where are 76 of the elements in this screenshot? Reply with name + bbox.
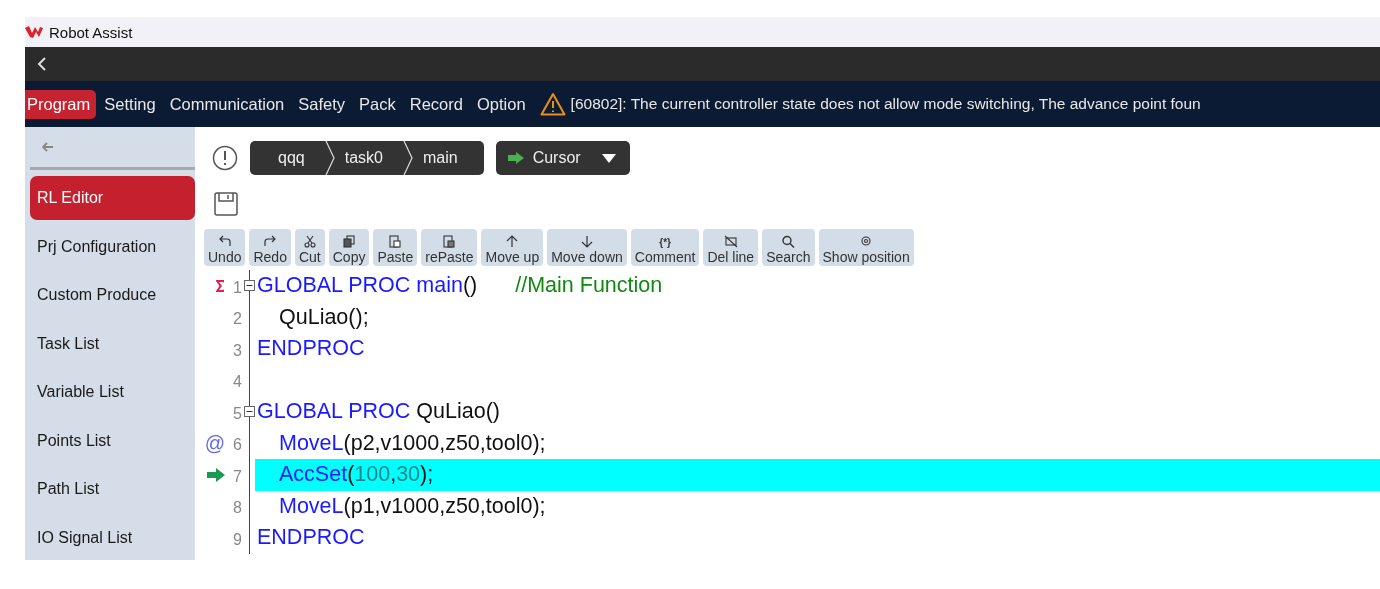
breadcrumb-item[interactable]: main — [412, 149, 478, 167]
fold-toggle-icon[interactable] — [244, 280, 255, 291]
warning-icon — [539, 92, 566, 116]
comment-icon: {*} — [659, 237, 671, 249]
undo-icon — [217, 235, 232, 248]
code-line: ENDPROC — [256, 335, 366, 363]
nav-tab[interactable]: Program — [25, 89, 97, 119]
line-number: 6 — [232, 435, 242, 455]
code-line: MoveL(p2,v1000,z50,tool0); — [278, 429, 547, 457]
nav-tab[interactable]: Pack — [353, 89, 402, 119]
line-number: 7 — [232, 466, 242, 486]
nav-tab[interactable]: Setting — [98, 89, 162, 119]
code-line: ENDPROC — [256, 524, 366, 552]
toolbar-button[interactable]: Show position — [818, 229, 914, 266]
code-line: GLOBAL PROC QuLiao() — [256, 398, 501, 426]
sigma-icon — [215, 278, 225, 293]
nav-tab[interactable]: Communication — [163, 89, 291, 119]
code-line: MoveL(p1,v1000,z50,tool0); — [278, 492, 547, 520]
back-icon[interactable] — [37, 57, 47, 71]
window-title: Robot Assist — [49, 23, 133, 41]
mode-dropdown[interactable]: Cursor — [495, 141, 630, 175]
toolbar-button[interactable]: Move down — [547, 229, 627, 266]
breadcrumb-item[interactable]: qqq — [268, 149, 325, 167]
breadcrumb-item[interactable]: task0 — [334, 149, 403, 167]
toolbar-button[interactable]: rePaste — [421, 229, 478, 266]
nav-tab[interactable]: Option — [470, 89, 532, 119]
redo-icon — [263, 235, 278, 248]
back-arrow-icon[interactable] — [42, 142, 54, 152]
position-icon — [859, 235, 874, 248]
chevron-icon — [402, 141, 413, 175]
sidebar-item[interactable]: RL Editor — [30, 176, 195, 220]
paste-icon — [388, 235, 403, 248]
fold-toggle-icon[interactable] — [244, 406, 255, 417]
toolbar-button[interactable]: Paste — [373, 229, 418, 266]
toolbar-button[interactable]: Undo — [204, 229, 246, 266]
sidebar-item[interactable]: Path List — [30, 467, 195, 511]
nav-tab[interactable]: Record — [403, 89, 469, 119]
search-icon — [781, 235, 796, 248]
sidebar-item[interactable]: Variable List — [30, 370, 195, 414]
position-marker: @ — [204, 431, 225, 455]
sidebar-item[interactable]: Points List — [30, 418, 195, 463]
toolbar-button[interactable]: Redo — [249, 229, 291, 266]
line-number: 8 — [232, 498, 242, 518]
line-number: 1 — [232, 277, 242, 297]
copy-icon — [342, 235, 357, 248]
toolbar-button[interactable]: Cut — [294, 229, 325, 266]
toolbar-button[interactable]: Move up — [481, 229, 544, 266]
toolbar-button[interactable]: Copy — [328, 229, 370, 266]
toolbar-button[interactable]: Del line — [703, 229, 759, 266]
nav-tab[interactable]: Safety — [292, 89, 352, 119]
alert-message: [60802]: The current controller state does not allow mode switching, The advance point foun — [570, 95, 1201, 113]
sidebar-item[interactable]: Prj Configuration — [30, 224, 195, 269]
repaste-icon — [442, 235, 457, 248]
toolbar-button[interactable]: {*} Comment — [630, 229, 700, 266]
arrow-icon — [207, 467, 225, 482]
sidebar-item[interactable]: IO Signal List — [30, 515, 195, 560]
line-number: 5 — [232, 403, 242, 423]
line-number: 3 — [232, 340, 242, 360]
line-number: 2 — [232, 309, 242, 329]
line-number: 9 — [232, 529, 242, 549]
down-icon — [580, 235, 594, 248]
save-icon[interactable] — [214, 192, 238, 216]
del-icon — [723, 235, 738, 248]
chevron-icon — [324, 141, 335, 175]
sidebar-item[interactable]: Task List — [30, 321, 195, 366]
app-logo-icon — [25, 26, 43, 38]
arrow-icon — [507, 152, 524, 164]
sidebar-item[interactable]: Custom Produce — [30, 273, 195, 317]
info-icon[interactable] — [212, 145, 238, 171]
up-icon — [505, 235, 520, 248]
code-line: QuLiao(); — [278, 303, 370, 331]
line-number: 4 — [232, 372, 242, 392]
toolbar-button[interactable]: Search — [762, 229, 815, 266]
cut-icon — [302, 235, 317, 248]
caret-icon — [601, 153, 616, 163]
code-line: GLOBAL PROC main() //Main Function — [256, 272, 664, 300]
